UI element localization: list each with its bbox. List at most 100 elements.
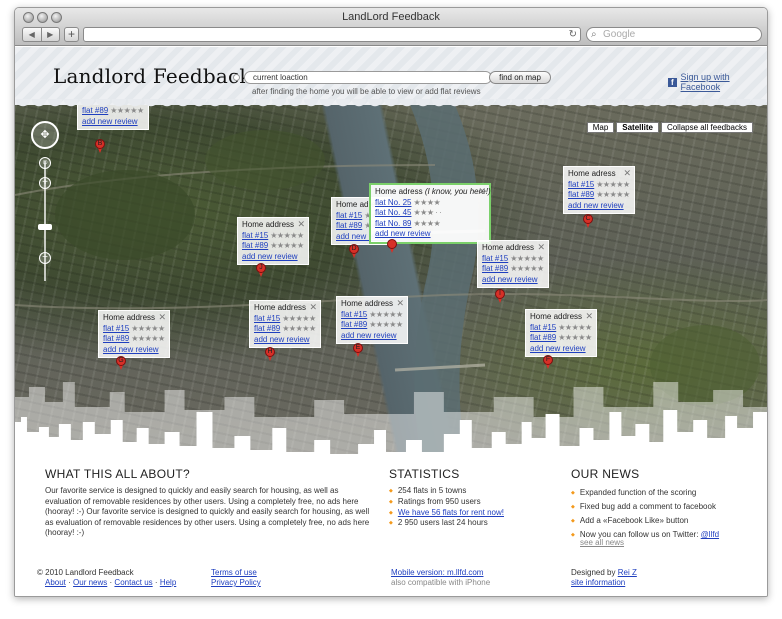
mobile-version-link[interactable]: Mobile version: m.llfd.com xyxy=(391,568,483,577)
map-marker[interactable]: E xyxy=(353,343,363,357)
close-icon[interactable]: ✕ xyxy=(623,168,631,179)
reload-icon[interactable]: ↻ xyxy=(569,28,577,41)
close-icon[interactable]: ✕ xyxy=(585,311,593,322)
flat-link[interactable]: flat #15 xyxy=(336,211,362,220)
add-review-link[interactable]: add new review xyxy=(103,345,159,354)
rating-stars: ★★★★★ xyxy=(558,322,592,332)
list-item: Expanded function of the scoring xyxy=(571,486,719,500)
list-item[interactable]: We have 56 flats for rent now! xyxy=(389,508,504,519)
find-on-map-button[interactable]: find on map xyxy=(489,71,551,84)
add-review-link[interactable]: add new review xyxy=(568,201,624,210)
flat-link[interactable]: flat #15 xyxy=(341,310,367,319)
rating-stars: ★★★★★ xyxy=(558,333,592,342)
address-bar[interactable]: ↻ xyxy=(83,27,581,42)
rating-stars: ★★★★★ xyxy=(270,241,304,250)
new-tab-button[interactable]: + xyxy=(64,27,79,42)
flat-link[interactable]: flat #15 xyxy=(103,324,129,333)
news-list: Expanded function of the scoring Fixed b… xyxy=(571,486,719,542)
twitter-link[interactable]: @llfd xyxy=(701,530,719,539)
back-button[interactable]: ◀ xyxy=(23,28,42,41)
current-location-popup: ✕ Home adress (I know, you here!) flat N… xyxy=(369,183,491,244)
flat-link[interactable]: flat #15 xyxy=(530,323,556,332)
flat-link[interactable]: flat No. 45 xyxy=(375,208,411,217)
site-info-link[interactable]: site information xyxy=(571,578,625,587)
flat-link[interactable]: flat #89 xyxy=(482,264,508,273)
pan-control[interactable]: ✥ xyxy=(31,121,59,149)
rating-stars: ★★★★★ xyxy=(270,230,304,240)
forward-button[interactable]: ▶ xyxy=(42,28,60,41)
flat-link[interactable]: flat #89 xyxy=(103,334,129,343)
popup-title: Home address xyxy=(242,220,295,229)
zoom-in-button[interactable]: + xyxy=(39,177,51,189)
add-review-link[interactable]: add new review xyxy=(242,252,298,261)
site-logo[interactable]: Landlord Feedback xyxy=(53,64,252,88)
zoom-out-button[interactable]: − xyxy=(39,252,51,264)
map-marker[interactable]: B xyxy=(95,139,105,153)
flat-link[interactable]: flat #89 xyxy=(242,241,268,250)
map-marker[interactable]: H xyxy=(265,347,275,361)
location-input[interactable]: current loaction xyxy=(244,71,492,84)
marker-letter: E xyxy=(355,344,361,351)
city-skyline-decoration xyxy=(15,382,767,457)
close-icon[interactable]: ✕ xyxy=(309,302,317,313)
map-type-satellite[interactable]: Satellite xyxy=(616,122,659,133)
feedback-popup: ✕ Home address flat #15 ★★★★★ flat #89 ★★★… xyxy=(237,217,309,265)
close-icon[interactable]: ✕ xyxy=(396,298,404,309)
flat-link[interactable]: flat #89 xyxy=(341,320,367,329)
add-review-link[interactable]: add new review xyxy=(82,117,138,126)
terms-link[interactable]: Terms of use xyxy=(211,568,257,577)
titlebar: LandLord Feedback ◀ ▶ + ↻ ⌕ Google xyxy=(15,8,767,46)
rating-stars: ★★★ · · xyxy=(413,208,442,217)
map-marker[interactable]: C xyxy=(583,214,593,228)
street-view-icon[interactable]: ○ xyxy=(39,157,51,169)
close-icon[interactable]: ✕ xyxy=(478,186,486,197)
browser-search-input[interactable]: ⌕ Google xyxy=(586,27,762,42)
flat-link[interactable]: flat #15 xyxy=(254,314,280,323)
close-icon[interactable]: ✕ xyxy=(537,242,545,253)
popup-title: Home address xyxy=(341,299,394,308)
rating-stars: ★★★★★ xyxy=(510,264,544,273)
list-item: Ratings from 950 users xyxy=(389,497,504,508)
footer-link-contact[interactable]: Contact us xyxy=(114,578,152,587)
flat-link[interactable]: flat #15 xyxy=(568,180,594,189)
map-marker[interactable]: D xyxy=(349,244,359,258)
privacy-link[interactable]: Privacy Policy xyxy=(211,578,261,587)
popup-title: Home adress xyxy=(568,169,616,178)
feedback-popup: ✕ Home address flat #15 ★★★★★ flat #89 ★★★… xyxy=(249,300,321,348)
facebook-signup-link[interactable]: f Sign up with Facebook xyxy=(668,72,767,92)
flat-link[interactable]: flat #89 xyxy=(530,333,556,342)
flat-link[interactable]: flat No. 89 xyxy=(375,219,411,228)
footer-link-about[interactable]: About xyxy=(45,578,66,587)
collapse-feedbacks-button[interactable]: Collapse all feedbacks xyxy=(660,122,753,133)
close-icon[interactable]: ✕ xyxy=(158,312,166,323)
map-type-map[interactable]: Map xyxy=(586,122,615,133)
flat-link[interactable]: flat #15 xyxy=(242,231,268,240)
close-icon[interactable]: ✕ xyxy=(297,219,305,230)
flat-link[interactable]: flat #89 xyxy=(254,324,280,333)
flat-link[interactable]: flat #89 xyxy=(568,190,594,199)
flats-for-rent-link[interactable]: We have 56 flats for rent now! xyxy=(398,508,504,517)
flat-link[interactable]: flat #89 xyxy=(336,221,362,230)
feedback-popup: ✕ Home address flat #15 ★★★★★ flat #89 ★★★… xyxy=(336,296,408,344)
current-location-marker[interactable] xyxy=(387,239,397,253)
marker-letter: J xyxy=(259,264,263,271)
map-marker[interactable]: I xyxy=(495,289,505,303)
add-review-link[interactable]: add new review xyxy=(482,275,538,284)
flat-link[interactable]: flat #15 xyxy=(482,254,508,263)
add-review-link[interactable]: add new review xyxy=(254,335,310,344)
footer-link-help[interactable]: Help xyxy=(160,578,176,587)
statistics-list: 254 flats in 5 towns Ratings from 950 us… xyxy=(389,486,504,529)
zoom-slider-handle[interactable] xyxy=(38,224,52,230)
add-review-link[interactable]: add new review xyxy=(530,344,586,353)
designer-link[interactable]: Rei Z xyxy=(618,568,637,577)
flat-link[interactable]: flat No. 25 xyxy=(375,198,411,207)
location-radio-icon[interactable] xyxy=(233,74,240,81)
see-all-news-link[interactable]: see all news xyxy=(580,538,624,547)
add-review-link[interactable]: add new review xyxy=(375,229,431,238)
add-review-link[interactable]: add new review xyxy=(341,331,397,340)
site-header: Landlord Feedback current loaction find … xyxy=(15,47,767,105)
facebook-signup-label: Sign up with Facebook xyxy=(680,72,730,92)
map-marker[interactable]: J xyxy=(256,263,266,277)
rating-stars: ★★★★★ xyxy=(510,253,544,263)
footer-link-news[interactable]: Our news xyxy=(73,578,107,587)
